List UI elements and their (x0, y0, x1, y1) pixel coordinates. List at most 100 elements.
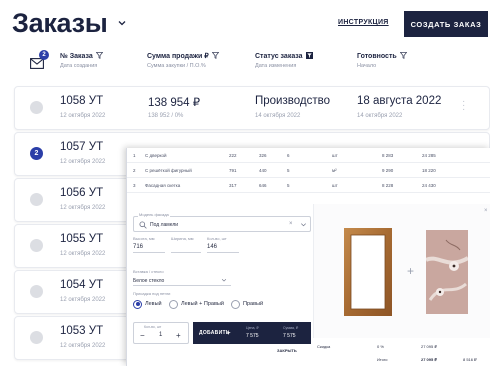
total-label: Итого (377, 357, 388, 362)
sum-label: Сумма, ₽ (283, 326, 299, 330)
order-edit-panel: 1 С дверкой 222 326 6 шт 8 283 24 285 2 … (126, 148, 490, 366)
table-row[interactable]: 2 С решёткой фигурный 791 440 5 м² 9 290… (127, 163, 490, 178)
radio-label: Левый (145, 301, 162, 307)
sum-value: 7 575 (283, 333, 296, 339)
column-order-number[interactable]: № Заказа Дата создания (60, 52, 103, 84)
column-status[interactable]: Статус заказа Дата изменения (255, 52, 313, 84)
table-row[interactable]: 1 С дверкой 222 326 6 шт 8 283 24 285 (127, 148, 490, 163)
discount-percent: 0 % (377, 344, 384, 349)
messages-button[interactable]: 2 (28, 50, 50, 70)
radio-label: Левый + Правый (181, 301, 224, 307)
order-date: 12 октября 2022 (60, 205, 106, 211)
more-icon[interactable]: · · · (462, 97, 465, 115)
order-ready: 18 августа 2022 (357, 95, 442, 107)
order-date: 12 октября 2022 (60, 343, 106, 349)
discount-total: 27 095 ₽ (421, 344, 437, 349)
plus-icon: + (226, 328, 231, 337)
status-dot (30, 239, 43, 252)
column-title: Статус заказа (255, 53, 303, 60)
add-item-button[interactable]: ДОБАВИТЬ + Цена, ₽ 7 575 Сумма, ₽ 7 575 (193, 322, 311, 344)
order-row[interactable]: 1058 УТ 12 октября 2022 138 954 ₽ 138 95… (14, 86, 490, 130)
glass-select[interactable]: Вставка / стекло Белое стекло (133, 269, 231, 286)
field-value: Белое стекло (133, 278, 165, 284)
order-number: 1057 УТ (60, 141, 104, 153)
decrement-button[interactable]: − (140, 331, 145, 340)
price-value: 7 575 (246, 333, 259, 339)
quantity-stepper[interactable]: Кол-во, шт − 1 + (133, 322, 189, 344)
count-input[interactable]: 146 (207, 244, 217, 250)
chevron-down-icon[interactable] (117, 18, 127, 28)
order-number: 1055 УТ (60, 233, 104, 245)
column-subtitle: Дата изменения (255, 63, 297, 69)
field-label: Вставка / стекло (133, 269, 164, 274)
radio-icon (231, 299, 240, 309)
table-row[interactable]: 3 Фасадная скетка 317 646 5 шт 8 228 24 … (127, 178, 490, 193)
order-ready-sub: 14 октября 2022 (357, 113, 403, 119)
plus-icon: + (407, 264, 415, 278)
height-label: Высота, мм (133, 236, 155, 241)
unread-badge: 2 (39, 50, 49, 60)
order-number: 1053 УТ (60, 325, 104, 337)
chevron-down-icon[interactable] (221, 277, 227, 283)
order-date: 12 октября 2022 (60, 159, 106, 165)
facade-model-select[interactable]: Модель фасада Под ламели × (133, 212, 311, 232)
radio-selected-icon (133, 299, 142, 309)
radio-left[interactable]: Левый (133, 298, 162, 310)
order-summary: Скидка 0 % 27 095 ₽ Итого 27 095 ₽ 8 516… (313, 338, 490, 366)
order-sum-sub: 138 952 / 0% (148, 113, 184, 119)
order-sum: 138 954 ₽ (148, 97, 201, 109)
column-readiness[interactable]: Готовность Начало (357, 52, 407, 84)
order-number: 1058 УТ (60, 95, 104, 107)
count-label: Кол-во, шт (207, 236, 227, 241)
page-title: Заказы (12, 8, 108, 38)
order-number: 1054 УТ (60, 279, 104, 291)
order-number: 1056 УТ (60, 187, 104, 199)
field-label: Модель фасада (138, 212, 170, 217)
order-date: 12 октября 2022 (60, 297, 106, 303)
column-sum[interactable]: Сумма продажи ₽ Сумма закупки / П.О.% (147, 52, 219, 84)
order-date: 12 октября 2022 (60, 251, 106, 257)
order-date: 12 октября 2022 (60, 113, 106, 119)
radio-left-right[interactable]: Левый + Правый (169, 298, 224, 310)
close-icon[interactable]: × (484, 208, 488, 214)
increment-button[interactable]: + (176, 331, 181, 340)
instructions-link[interactable]: ИНСТРУКЦИЯ (338, 19, 389, 26)
radio-right[interactable]: Правый (231, 298, 263, 310)
order-status-date: 14 октября 2022 (255, 113, 301, 119)
close-link[interactable]: ЗАКРЫТЬ (277, 348, 297, 353)
divider (207, 252, 239, 253)
column-title: № Заказа (60, 53, 93, 60)
chevron-down-icon[interactable] (300, 221, 307, 228)
clear-icon[interactable]: × (289, 221, 293, 227)
discount-label: Скидка (317, 344, 331, 349)
total-value: 27 095 ₽ (421, 357, 437, 362)
message-count-badge: 2 (30, 147, 43, 160)
create-order-button[interactable]: СОЗДАТЬ ЗАКАЗ (404, 11, 488, 37)
extra-value: 8 516 ₽ (463, 357, 477, 362)
filter-icon[interactable] (95, 52, 103, 59)
field-value: Под ламели (150, 222, 179, 228)
glass-preview-image (426, 230, 468, 314)
height-input[interactable]: 716 (133, 244, 143, 250)
price-label: Цена, ₽ (246, 326, 259, 330)
column-subtitle: Начало (357, 63, 377, 69)
status-dot (30, 101, 43, 114)
radio-icon (169, 299, 178, 309)
filter-icon[interactable] (399, 52, 407, 59)
status-dot (30, 331, 43, 344)
radio-label: Правый (243, 301, 264, 307)
status-dot (30, 285, 43, 298)
column-subtitle: Дата создания (60, 63, 98, 69)
divider (171, 252, 201, 253)
column-title: Сумма продажи ₽ (147, 53, 209, 60)
filter-icon[interactable] (211, 52, 219, 59)
quantity-value: 1 (159, 332, 163, 338)
width-label: Ширина, мм (171, 236, 194, 241)
field-label: Кол-во, шт (144, 325, 162, 329)
column-title: Готовность (357, 53, 397, 60)
hinge-label: Присадка под петли (133, 291, 171, 296)
status-dot (30, 193, 43, 206)
frame-preview-image (344, 228, 392, 316)
filter-active-icon[interactable] (305, 52, 313, 59)
search-icon (139, 221, 147, 229)
